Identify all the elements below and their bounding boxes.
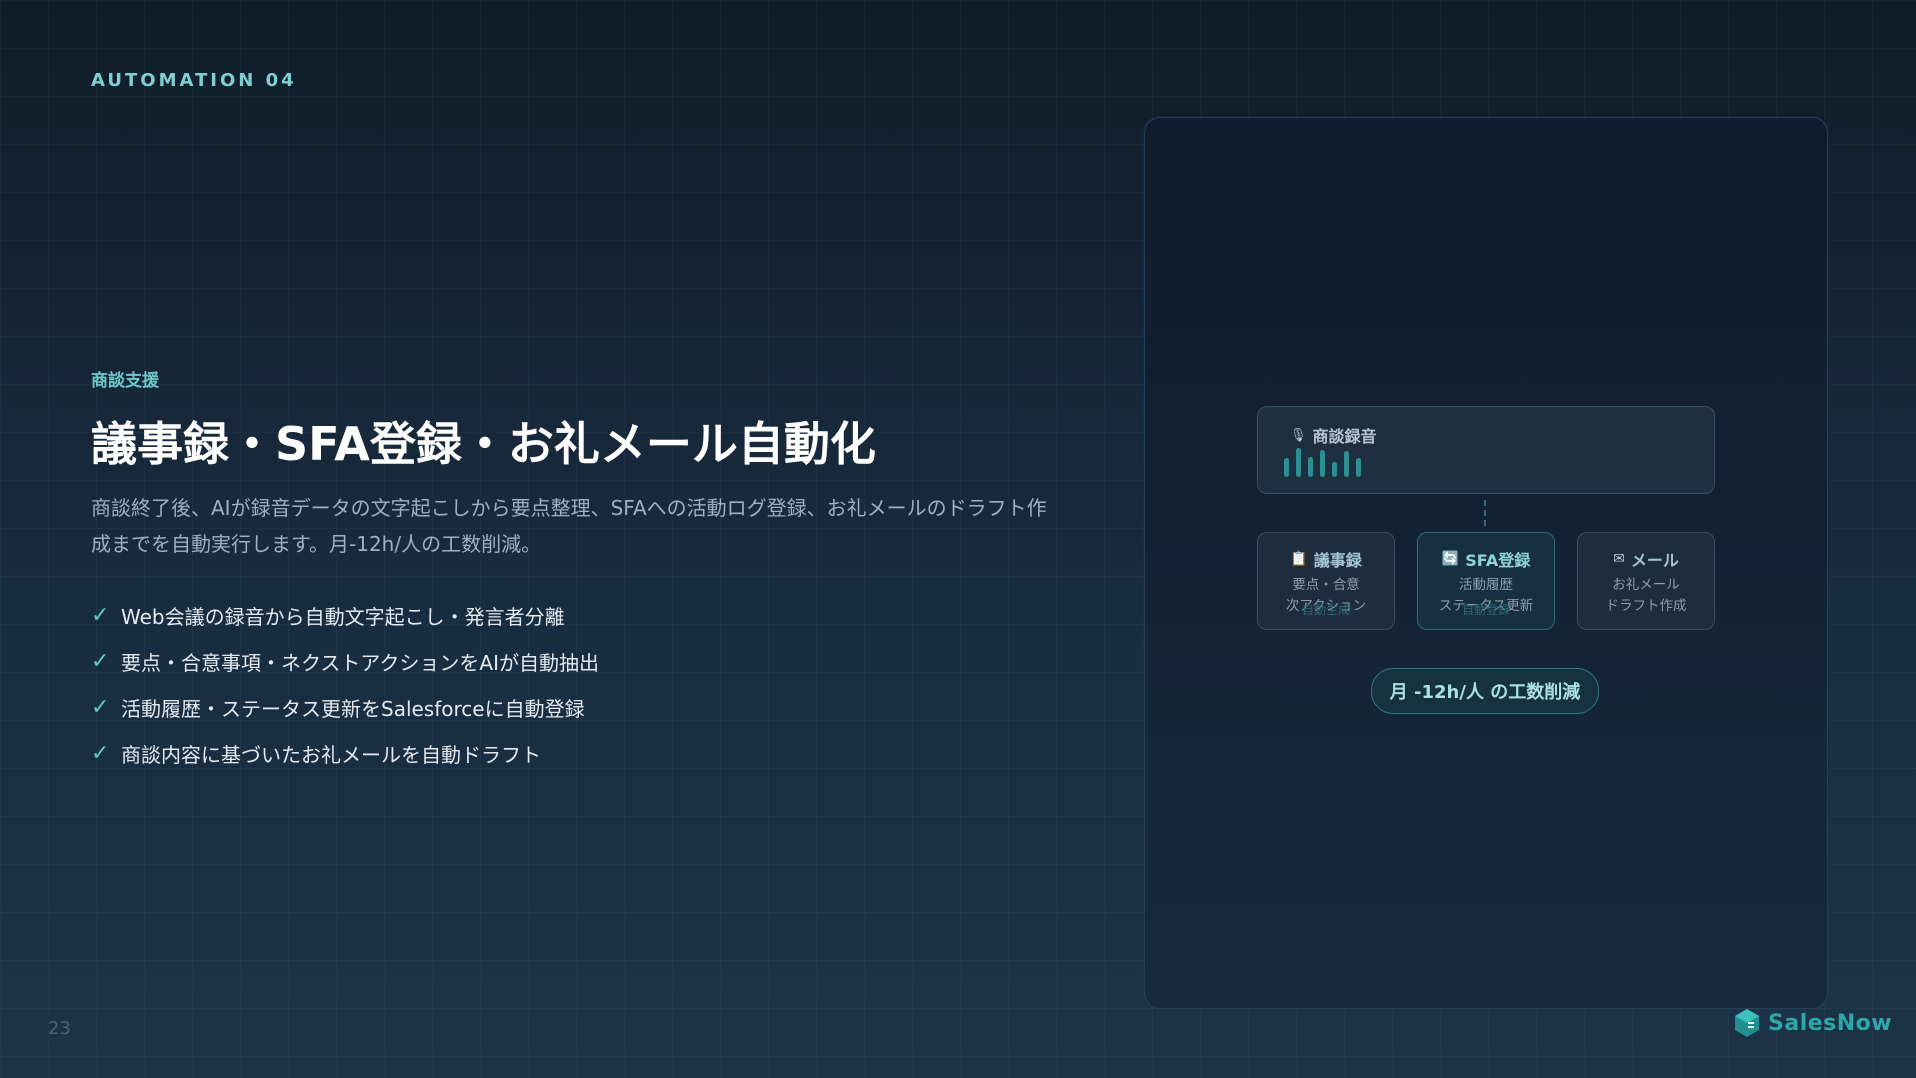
- card-title: 議事録: [1313, 551, 1362, 570]
- list-item: ✓ 活動履歴・ステータス更新をSalesforceに自動登録: [91, 684, 599, 730]
- microphone-icon: 🎙: [1290, 427, 1307, 443]
- minutes-card: 📋 議事録 要点・合意 次アクション 自動生成: [1257, 532, 1395, 630]
- clipboard-icon: 📋: [1290, 551, 1308, 567]
- card-note: 自動登録: [1461, 603, 1510, 617]
- savings-badge: 月 -12h/人 の工数削減: [1371, 668, 1599, 714]
- check-icon: ✓: [91, 740, 110, 766]
- workflow-diagram-panel: 🎙 商談録音 📋 議事録 要点・合意 次アクション 自動生成 🔄 SFA登録 活…: [1144, 117, 1828, 1009]
- waveform-bar: [1284, 458, 1289, 477]
- card-title: SFA登録: [1465, 551, 1531, 570]
- checklist-text: Web会議の録音から自動文字起こし・発言者分離: [121, 604, 565, 629]
- company-logo: SalesNow: [1734, 1008, 1892, 1038]
- description: 商談終了後、AIが録音データの文字起こしから要点整理、SFAへの活動ログ登録、お…: [91, 496, 1047, 556]
- checklist-text: 商談内容に基づいたお礼メールを自動ドラフト: [121, 742, 541, 767]
- page-number: 23: [48, 1018, 71, 1039]
- sync-icon: 🔄: [1441, 551, 1460, 567]
- list-item: ✓ 商談内容に基づいたお礼メールを自動ドラフト: [91, 730, 599, 776]
- card-note: 自動生成: [1301, 603, 1350, 617]
- waveform: [1284, 443, 1368, 483]
- list-item: ✓ Web会議の録音から自動文字起こし・発言者分離: [91, 592, 599, 638]
- category-label: 商談支援: [91, 371, 159, 391]
- check-icon: ✓: [91, 694, 110, 720]
- card-line: 活動履歴: [1459, 577, 1513, 593]
- checklist-text: 要点・合意事項・ネクストアクションをAIが自動抽出: [121, 650, 599, 675]
- eyebrow-label: AUTOMATION 04: [91, 70, 297, 91]
- checklist-text: 活動履歴・ステータス更新をSalesforceに自動登録: [121, 696, 585, 721]
- logo-text: SalesNow: [1768, 1010, 1893, 1036]
- feature-checklist: ✓ Web会議の録音から自動文字起こし・発言者分離 ✓ 要点・合意事項・ネクスト…: [91, 592, 599, 776]
- sfa-card: 🔄 SFA登録 活動履歴 ステータス更新 自動登録: [1417, 532, 1555, 630]
- page-title: 議事録・SFA登録・お礼メール自動化: [91, 417, 876, 471]
- waveform-bar: [1308, 457, 1313, 477]
- card-line: 要点・合意: [1292, 577, 1360, 593]
- card-line: ドラフト作成: [1605, 598, 1687, 614]
- salesnow-logo-icon: [1735, 1009, 1759, 1037]
- waveform-bar: [1332, 462, 1337, 477]
- waveform-bar: [1320, 450, 1325, 477]
- waveform-bar: [1356, 458, 1361, 477]
- waveform-bar: [1344, 451, 1349, 477]
- connector-line: [1484, 500, 1486, 526]
- card-title: メール: [1630, 551, 1679, 570]
- mail-card: ✉ メール お礼メール ドラフト作成: [1577, 532, 1715, 630]
- check-icon: ✓: [91, 602, 110, 628]
- check-icon: ✓: [91, 648, 110, 674]
- waveform-bar: [1296, 448, 1301, 477]
- list-item: ✓ 要点・合意事項・ネクストアクションをAIが自動抽出: [91, 638, 599, 684]
- card-line: お礼メール: [1612, 577, 1680, 593]
- recording-card: 🎙 商談録音: [1257, 406, 1715, 494]
- mail-icon: ✉: [1613, 551, 1625, 567]
